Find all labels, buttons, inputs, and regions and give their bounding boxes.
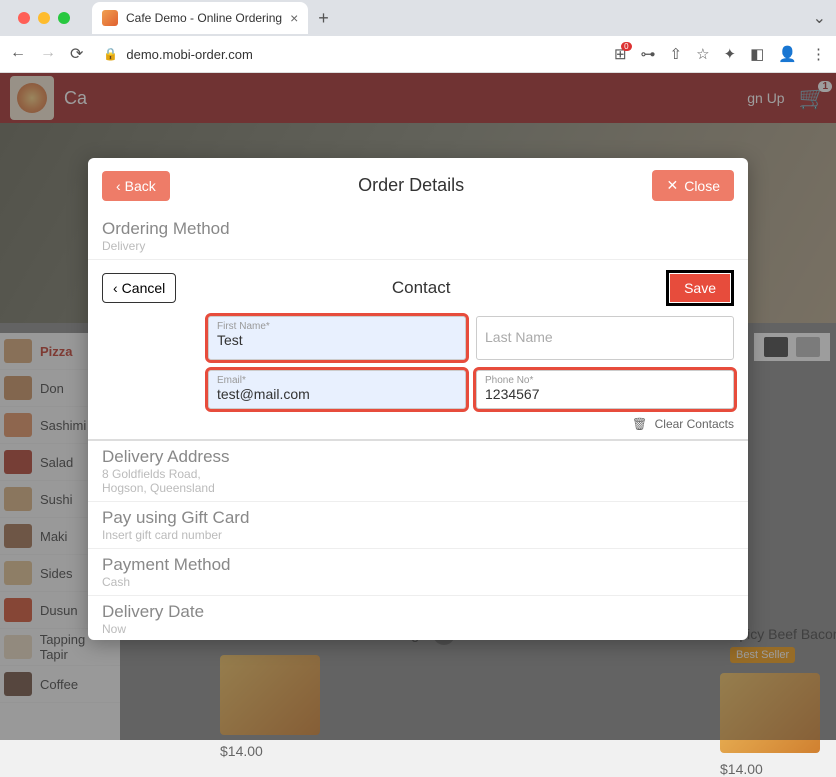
section-value: Insert gift card number (102, 528, 734, 542)
delivery-address-section[interactable]: Delivery Address 8 Goldfields Road, Hogs… (88, 441, 748, 502)
section-title: Ordering Method (102, 219, 734, 239)
minimize-window-icon[interactable] (38, 12, 50, 24)
section-value: 8 Goldfields Road, (102, 467, 734, 481)
tab-close-icon[interactable]: × (290, 10, 298, 26)
profile-icon[interactable]: 👤 (778, 45, 797, 63)
save-button-highlight: Save (666, 270, 734, 306)
back-button[interactable]: ‹ Back (102, 171, 170, 201)
browser-chrome: Cafe Demo - Online Ordering × + ⌄ ← → ⟳ … (0, 0, 836, 73)
section-value: Now (102, 622, 734, 636)
maximize-window-icon[interactable] (58, 12, 70, 24)
key-icon[interactable]: ⊶ (641, 45, 656, 63)
share-icon[interactable]: ⇧ (670, 45, 683, 63)
ordering-method-section[interactable]: Ordering Method Delivery (88, 213, 748, 260)
last-name-field[interactable] (476, 316, 734, 360)
email-field[interactable]: Email* (208, 370, 466, 409)
lock-icon: 🔒 (103, 47, 118, 61)
section-value: Delivery (102, 239, 734, 253)
cancel-button[interactable]: ‹ Cancel (102, 273, 176, 303)
close-window-icon[interactable] (18, 12, 30, 24)
tab-bar: Cafe Demo - Online Ordering × + ⌄ (0, 0, 836, 36)
email-input[interactable] (217, 386, 457, 402)
new-tab-button[interactable]: + (308, 8, 339, 29)
section-title: Payment Method (102, 555, 734, 575)
panel-icon[interactable]: ◧ (750, 45, 764, 63)
delivery-date-section[interactable]: Delivery Date Now (88, 596, 748, 640)
back-button-label: Back (125, 178, 156, 194)
section-title: Delivery Address (102, 447, 734, 467)
window-controls[interactable] (8, 12, 80, 24)
last-name-input[interactable] (485, 329, 725, 345)
order-details-modal: ‹ Back Order Details ✕ Close Ordering Me… (88, 158, 748, 640)
section-title: Delivery Date (102, 602, 734, 622)
contact-title: Contact (176, 278, 666, 298)
forward-nav-icon: → (40, 44, 56, 64)
gift-card-section[interactable]: Pay using Gift Card Insert gift card num… (88, 502, 748, 549)
star-icon[interactable]: ☆ (696, 45, 709, 63)
field-label: Phone No* (485, 375, 725, 386)
url-field[interactable]: 🔒 demo.mobi-order.com (95, 47, 602, 62)
trash-icon[interactable]: 🗑 (632, 417, 647, 431)
back-nav-icon[interactable]: ← (10, 44, 26, 64)
tab-title: Cafe Demo - Online Ordering (126, 11, 282, 25)
reload-icon[interactable]: ⟳ (70, 44, 83, 64)
first-name-field[interactable]: First Name* (208, 316, 466, 360)
payment-method-section[interactable]: Payment Method Cash (88, 549, 748, 596)
browser-tab[interactable]: Cafe Demo - Online Ordering × (92, 2, 308, 34)
product-price: $14.00 (220, 743, 520, 759)
first-name-input[interactable] (217, 332, 457, 348)
chevron-left-icon: ‹ (113, 280, 118, 296)
extension-icon[interactable]: ⊞0 (614, 45, 627, 63)
phone-field[interactable]: Phone No* (476, 370, 734, 409)
close-icon: ✕ (666, 177, 678, 194)
section-value: Hogson, Queensland (102, 481, 734, 495)
product-price: $14.00 (720, 761, 836, 777)
close-button-label: Close (684, 178, 720, 194)
favicon-icon (102, 10, 118, 26)
menu-icon[interactable]: ⋮ (811, 45, 826, 63)
section-title: Pay using Gift Card (102, 508, 734, 528)
modal-title: Order Details (170, 175, 653, 196)
close-button[interactable]: ✕ Close (652, 170, 734, 201)
phone-input[interactable] (485, 386, 725, 402)
clear-contacts-link[interactable]: Clear Contacts (655, 417, 734, 431)
section-value: Cash (102, 575, 734, 589)
tab-dropdown-icon[interactable]: ⌄ (813, 8, 836, 28)
puzzle-icon[interactable]: ✦ (724, 45, 737, 63)
address-bar: ← → ⟳ 🔒 demo.mobi-order.com ⊞0 ⊶ ⇧ ☆ ✦ ◧… (0, 36, 836, 72)
field-label: Email* (217, 375, 457, 386)
field-label: First Name* (217, 321, 457, 332)
cancel-button-label: Cancel (122, 280, 166, 296)
save-button[interactable]: Save (670, 274, 730, 302)
chevron-left-icon: ‹ (116, 178, 121, 194)
url-text: demo.mobi-order.com (126, 47, 252, 62)
